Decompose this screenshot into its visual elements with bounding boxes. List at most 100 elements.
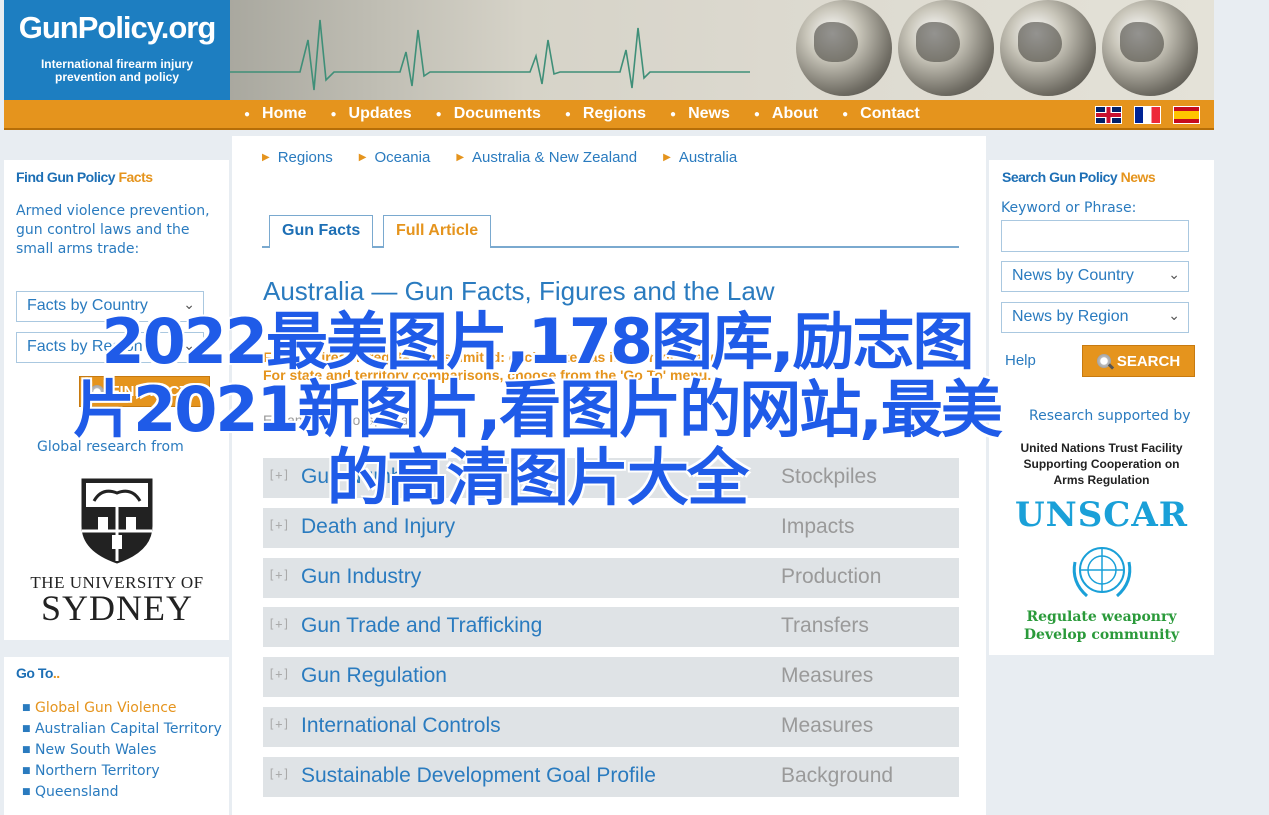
expand-plus-icon[interactable]: [+]: [268, 617, 290, 631]
fact-row-label: International Controls: [301, 713, 501, 737]
nav-documents-label: Documents: [453, 105, 541, 122]
france-flag-icon[interactable]: [1134, 106, 1161, 124]
bullet-icon: ●: [244, 108, 251, 120]
tab-gun-facts[interactable]: Gun Facts: [269, 215, 374, 248]
site-logo[interactable]: GunPolicy.org International firearm inju…: [4, 0, 230, 100]
keyword-label: Keyword or Phrase:: [1001, 200, 1137, 216]
expand-plus-icon[interactable]: [+]: [268, 767, 290, 781]
bullet-icon: ●: [435, 108, 442, 120]
site-header: GunPolicy.org International firearm inju…: [4, 0, 1214, 100]
go-to-item[interactable]: ■ Global Gun Violence: [22, 699, 222, 718]
bullet-icon: ●: [753, 108, 760, 120]
logo-title: GunPolicy.org: [18, 10, 217, 45]
unscar-slogan-line-2: Develop community: [1023, 627, 1180, 643]
breadcrumb-item[interactable]: ▶ Regions: [262, 149, 333, 166]
breadcrumb-item[interactable]: ▶ Australia & New Zealand: [456, 149, 637, 166]
university-name-line-2: SYDNEY: [40, 588, 193, 628]
overlay-line-2: 片2021新图片,看图片的网站,最美: [73, 373, 1003, 446]
main-nav: ● Home ● Updates ● Documents ● Regions ● News…: [4, 100, 1214, 130]
fact-row-gun-trade[interactable]: [+] Gun Trade and Trafficking Transfers: [263, 607, 959, 648]
fact-row-international-controls[interactable]: [+] International Controls Measures: [263, 706, 959, 747]
search-button[interactable]: SEARCH: [1082, 345, 1195, 377]
search-news-title-accent: News: [1120, 169, 1156, 185]
go-to-item-label: New South Wales: [34, 742, 157, 758]
search-news-title-main: Search Gun Policy: [1002, 169, 1118, 185]
arrow-right-icon: ▶: [663, 152, 671, 163]
bullet-icon: ●: [564, 108, 571, 120]
expand-plus-icon[interactable]: [+]: [268, 518, 290, 532]
go-to-title: Go To..: [16, 665, 60, 681]
go-to-panel: Go To.. ■ Global Gun Violence ■ Australi…: [4, 657, 229, 815]
spain-flag-icon[interactable]: [1173, 106, 1200, 124]
overlay-watermark-text: 2022最美图片,178图库,励志图 片2021新图片,看图片的网站,最美 的高…: [12, 308, 1062, 512]
go-to-item-label: Australian Capital Territory: [34, 721, 222, 737]
go-to-item-label: Global Gun Violence: [34, 700, 177, 716]
breadcrumb-item[interactable]: ▶ Australia: [663, 149, 737, 166]
go-to-title-label: Go To: [16, 665, 53, 681]
keyword-input[interactable]: [1001, 220, 1189, 252]
magnifier-icon: [1096, 354, 1111, 368]
uk-flag-icon[interactable]: [1095, 106, 1122, 124]
nav-about-label: About: [771, 105, 819, 122]
header-banner: [230, 0, 1214, 100]
nav-contact-label: Contact: [860, 105, 920, 122]
arrow-right-icon: ▶: [358, 152, 367, 163]
unscar-slogan: Regulate weaponry Develop community: [989, 608, 1214, 644]
nav-regions[interactable]: ● Regions: [565, 105, 646, 123]
language-flags: [1095, 106, 1200, 124]
nav-updates[interactable]: ● Updates: [331, 105, 412, 123]
globe-image-4: [1102, 0, 1198, 96]
globe-image-2: [898, 0, 994, 96]
news-by-country-select[interactable]: News by Country ⌄: [1001, 261, 1189, 292]
find-facts-description: Armed violence prevention, gun control l…: [16, 203, 210, 257]
nav-about[interactable]: ● About: [754, 105, 818, 123]
search-button-label: SEARCH: [1116, 352, 1181, 370]
breadcrumb-item[interactable]: ▶ Oceania: [359, 149, 431, 166]
go-to-item-label: Northern Territory: [34, 763, 160, 779]
bullet-icon: ■: [22, 787, 31, 797]
fact-row-gun-regulation[interactable]: [+] Gun Regulation Measures: [263, 657, 959, 698]
fact-row-category: Background: [781, 763, 894, 787]
nav-contact[interactable]: ● Contact: [842, 105, 920, 123]
fact-row-category: Transfers: [781, 614, 869, 638]
expand-plus-icon[interactable]: [+]: [268, 568, 290, 582]
fact-row-category: Measures: [781, 713, 874, 737]
fact-row-gun-industry[interactable]: [+] Gun Industry Production: [263, 557, 959, 598]
go-to-item-label: Queensland: [34, 784, 119, 800]
go-to-item[interactable]: ■ Queensland: [22, 783, 222, 802]
fact-row-category: Production: [781, 564, 882, 588]
arrow-right-icon: ▶: [262, 152, 270, 163]
globe-image-1: [796, 0, 892, 96]
page-title: Australia — Gun Facts, Figures and the L…: [263, 276, 775, 306]
fact-row-label: Gun Industry: [301, 564, 422, 588]
breadcrumb-label: Regions: [277, 149, 333, 166]
tab-full-article[interactable]: Full Article: [383, 215, 492, 248]
nav-home[interactable]: ● Home: [244, 105, 307, 123]
nav-documents[interactable]: ● Documents: [436, 105, 541, 123]
nav-news[interactable]: ● News: [670, 105, 730, 123]
logo-subtitle-line-2: prevention and policy: [54, 70, 180, 84]
fact-row-label: Gun Regulation: [301, 664, 447, 688]
expand-plus-icon[interactable]: [+]: [268, 717, 290, 731]
chevron-down-icon: ⌄: [1168, 307, 1180, 323]
fact-row-category: Impacts: [781, 514, 855, 538]
expand-plus-icon[interactable]: [+]: [268, 667, 290, 681]
go-to-title-dots: ..: [52, 665, 60, 681]
bullet-icon: ■: [22, 766, 31, 776]
fact-row-label: Gun Trade and Trafficking: [301, 614, 543, 638]
go-to-item[interactable]: ■ Northern Territory: [22, 762, 222, 781]
un-emblem-icon: [1072, 547, 1132, 598]
go-to-item[interactable]: ■ Australian Capital Territory: [22, 720, 222, 739]
fact-row-category: Measures: [781, 664, 874, 688]
chevron-down-icon: ⌄: [1168, 266, 1180, 282]
overlay-line-1: 2022最美图片,178图库,励志图: [101, 305, 974, 378]
overlay-line-3: 的高清图片大全: [326, 441, 749, 514]
logo-subtitle: International firearm injury prevention …: [4, 58, 230, 84]
arrow-right-icon: ▶: [456, 152, 465, 163]
bullet-icon: ■: [22, 703, 31, 713]
fact-row-sdg-profile[interactable]: [+] Sustainable Development Goal Profile…: [263, 756, 959, 797]
breadcrumb-label: Oceania: [374, 149, 431, 166]
bullet-icon: ●: [670, 108, 677, 120]
fact-row-label: Sustainable Development Goal Profile: [301, 763, 656, 787]
go-to-item[interactable]: ■ New South Wales: [22, 741, 222, 760]
